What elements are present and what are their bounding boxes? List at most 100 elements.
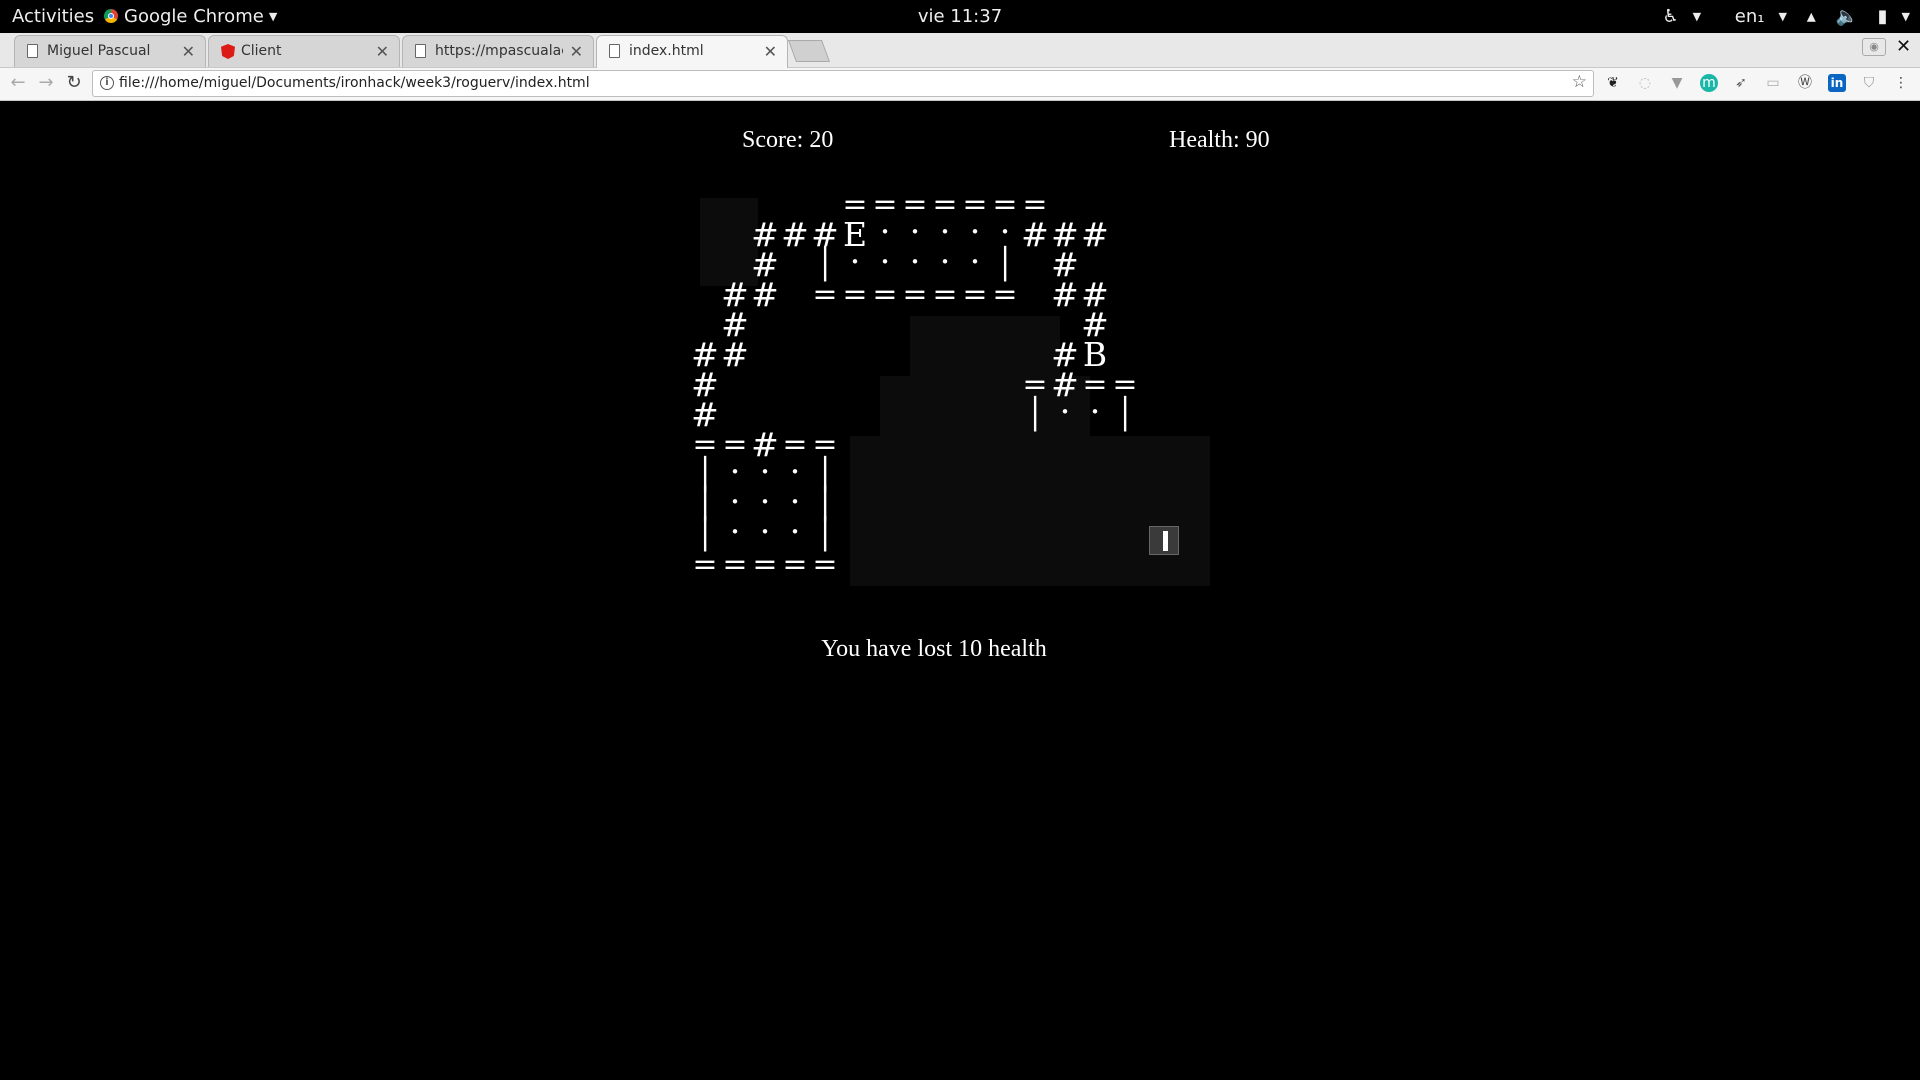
tab-mpascualac[interactable]: https://mpascualac ✕: [402, 35, 594, 67]
wall-tile: =: [812, 277, 838, 312]
bookmark-star-icon[interactable]: ☆: [1572, 72, 1587, 92]
corridor-tile: #: [811, 215, 839, 254]
close-tab-icon[interactable]: ✕: [182, 42, 195, 61]
floor-tile: ·: [879, 242, 891, 282]
wall-tile: │: [695, 517, 715, 552]
score-label: Score: 20: [742, 127, 834, 153]
chrome-icon: [104, 9, 118, 23]
back-arrow-icon[interactable]: ←: [6, 71, 30, 95]
floor-tile: ·: [969, 242, 981, 282]
floor-tile: ·: [849, 242, 861, 282]
tab-index-html[interactable]: index.html ✕: [596, 35, 788, 68]
close-tab-icon[interactable]: ✕: [764, 42, 777, 61]
extension-icon-1[interactable]: ❦: [1604, 74, 1622, 92]
wall-tile: =: [1022, 367, 1048, 402]
wall-tile: =: [902, 277, 928, 312]
input-source-label: en₁: [1734, 6, 1765, 27]
player-cursor: [1149, 526, 1179, 555]
menu-dots-icon[interactable]: ⋮: [1892, 74, 1910, 92]
floor-tile: ·: [939, 242, 951, 282]
linkedin-icon[interactable]: in: [1828, 74, 1846, 92]
extension-icon-m[interactable]: m: [1700, 74, 1718, 92]
wall-tile: =: [812, 547, 838, 582]
tab-miguel-pascual[interactable]: Miguel Pascual ✕: [14, 35, 206, 67]
wall-tile: =: [872, 277, 898, 312]
profile-icon[interactable]: ◉: [1862, 38, 1886, 56]
page-icon: [609, 44, 620, 58]
accessibility-icon[interactable]: ♿ ▼: [1662, 6, 1701, 27]
app-menu-label: Google Chrome: [124, 6, 264, 27]
wall-tile: =: [782, 547, 808, 582]
wall-tile: │: [695, 457, 715, 492]
floor-tile: ·: [1089, 392, 1101, 432]
browser-toolbar: ← → ↻ i file:///home/miguel/Documents/ir…: [0, 68, 1920, 101]
forward-arrow-icon[interactable]: →: [34, 71, 58, 95]
system-tray[interactable]: ♿ ▼ en₁ ▼ ▴ 🔈 ▮ ▼: [1648, 0, 1910, 33]
window-close-icon[interactable]: ✕: [1896, 36, 1911, 57]
close-tab-icon[interactable]: ✕: [570, 42, 583, 61]
system-top-bar: Activities Google Chrome ▼ vie 11:37 ♿ ▼ e…: [0, 0, 1920, 33]
corridor-tile: #: [1021, 215, 1049, 254]
boss-tile: B: [1082, 335, 1108, 374]
tab-title: index.html: [629, 43, 704, 59]
rocket-icon[interactable]: ➶: [1732, 74, 1750, 92]
app-menu[interactable]: Google Chrome ▼: [104, 0, 277, 33]
battery-icon[interactable]: ▮ ▼: [1878, 6, 1910, 27]
close-tab-icon[interactable]: ✕: [376, 42, 389, 61]
fog-area: [850, 436, 1210, 586]
floor-tile: ·: [999, 212, 1011, 252]
input-source-menu[interactable]: en₁ ▼: [1721, 6, 1787, 27]
floor-tile: ·: [759, 512, 771, 552]
extension-icon-w[interactable]: Ⓦ: [1796, 74, 1814, 92]
status-message: You have lost 10 health: [821, 636, 1047, 662]
wall-tile: =: [932, 277, 958, 312]
extension-icon-6[interactable]: ▭: [1764, 74, 1782, 92]
address-bar[interactable]: i file:///home/miguel/Documents/ironhack…: [92, 70, 1594, 97]
vue-extension-icon[interactable]: ▼: [1668, 74, 1686, 92]
reload-icon[interactable]: ↻: [62, 71, 86, 95]
wall-tile: │: [815, 457, 835, 492]
health-label: Health: 90: [1169, 127, 1270, 153]
tab-client[interactable]: Client ✕: [208, 35, 400, 67]
wall-tile: =: [842, 277, 868, 312]
corridor-tile: #: [721, 335, 749, 374]
wall-tile: │: [815, 487, 835, 522]
activities-button[interactable]: Activities: [12, 0, 94, 33]
tab-title: Miguel Pascual: [47, 43, 151, 59]
corridor-tile: #: [781, 215, 809, 254]
tab-title: Client: [241, 43, 282, 59]
info-icon[interactable]: i: [100, 76, 114, 90]
extension-icon-2[interactable]: ◌: [1636, 74, 1654, 92]
wall-tile: =: [812, 427, 838, 462]
tab-strip: Miguel Pascual ✕ Client ✕ https://mpascu…: [0, 33, 1920, 68]
shield-icon[interactable]: ⛉: [1860, 74, 1878, 92]
volume-icon[interactable]: 🔈: [1835, 6, 1857, 27]
angular-icon: [221, 44, 235, 59]
floor-tile: ·: [729, 512, 741, 552]
wall-tile: =: [692, 427, 718, 462]
caret-down-icon: ▼: [1778, 10, 1787, 23]
corridor-tile: #: [1081, 215, 1109, 254]
wall-tile: │: [1115, 397, 1135, 432]
clock[interactable]: vie 11:37: [0, 0, 1920, 33]
wall-tile: │: [695, 487, 715, 522]
wall-tile: │: [815, 517, 835, 552]
new-tab-button[interactable]: [787, 40, 831, 62]
wall-tile: =: [992, 277, 1018, 312]
wall-tile: =: [752, 547, 778, 582]
corridor-tile: #: [1051, 275, 1079, 314]
wall-tile: │: [815, 247, 835, 282]
wall-tile: =: [692, 547, 718, 582]
url-text[interactable]: file:///home/miguel/Documents/ironhack/w…: [119, 75, 590, 91]
wall-tile: =: [722, 547, 748, 582]
wifi-icon[interactable]: ▴: [1807, 6, 1816, 27]
floor-tile: ·: [1059, 392, 1071, 432]
corridor-tile: #: [691, 395, 719, 434]
wall-tile: │: [1025, 397, 1045, 432]
caret-down-icon: ▼: [268, 10, 278, 23]
page-icon: [27, 44, 38, 58]
floor-tile: ·: [789, 512, 801, 552]
wall-tile: =: [962, 277, 988, 312]
floor-tile: ·: [909, 242, 921, 282]
wall-tile: =: [1112, 367, 1138, 402]
